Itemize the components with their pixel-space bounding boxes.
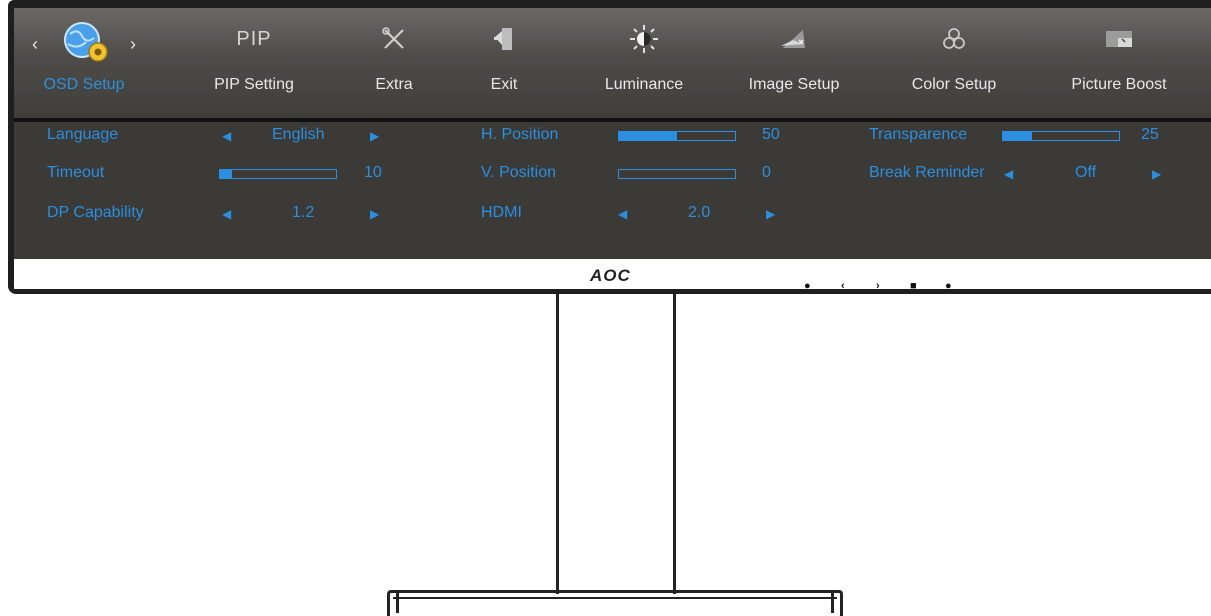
- monitor-screen: ‹ › OSD Setup PIP PIP Setting Extra Exit…: [14, 8, 1211, 259]
- v-position-slider[interactable]: [618, 169, 736, 179]
- tab-label: Image Setup: [748, 76, 840, 93]
- tab-label: Color Setup: [911, 76, 997, 93]
- transparence-slider[interactable]: [1002, 131, 1120, 141]
- aoc-logo: AOC: [590, 266, 631, 285]
- break-reminder-next-arrow[interactable]: ▶: [1152, 167, 1161, 181]
- tools-icon: [354, 22, 434, 56]
- h-position-slider[interactable]: [618, 131, 736, 141]
- tab-label: PIP Setting: [214, 76, 294, 93]
- brightness-icon: [594, 22, 694, 56]
- timeout-slider-fill: [220, 170, 232, 178]
- dp-capability-value: 1.2: [292, 204, 315, 221]
- h-position-label: H. Position: [481, 126, 559, 143]
- tab-label: Luminance: [604, 76, 684, 93]
- transparence-value: 25: [1141, 126, 1159, 143]
- transparence-label: Transparence: [869, 126, 968, 143]
- tab-extra[interactable]: Extra: [354, 8, 434, 118]
- language-value: English: [272, 126, 325, 143]
- dp-capability-next-arrow[interactable]: ▶: [370, 207, 379, 221]
- tab-label: Extra: [375, 76, 413, 93]
- tab-osd-setup[interactable]: ‹ › OSD Setup: [14, 8, 154, 118]
- tab-picture-boost[interactable]: Picture Boost: [1054, 8, 1184, 118]
- left-button[interactable]: ‹: [841, 280, 845, 292]
- timeout-label: Timeout: [47, 164, 105, 181]
- image-setup-icon: [734, 22, 854, 56]
- h-position-slider-fill: [619, 132, 677, 140]
- tab-label: OSD Setup: [43, 76, 125, 93]
- stand-base-notch: [831, 592, 834, 613]
- chevron-left-icon[interactable]: ‹: [32, 34, 38, 55]
- osd-menu-bar: ‹ › OSD Setup PIP PIP Setting Extra Exit…: [14, 8, 1211, 118]
- language-label: Language: [47, 126, 119, 143]
- stand-neck-right-edge: [673, 294, 676, 594]
- chevron-right-icon[interactable]: ›: [130, 34, 136, 55]
- tab-color-setup[interactable]: Color Setup: [894, 8, 1014, 118]
- dp-capability-label: DP Capability: [47, 204, 144, 221]
- tab-exit[interactable]: Exit: [464, 8, 544, 118]
- hdmi-next-arrow[interactable]: ▶: [766, 207, 775, 221]
- timeout-value: 10: [364, 164, 382, 181]
- stand-base-notch: [396, 592, 399, 613]
- language-next-arrow[interactable]: ▶: [370, 129, 379, 143]
- color-circles-icon: [894, 22, 1014, 56]
- h-position-value: 50: [762, 126, 780, 143]
- tab-label: Exit: [490, 76, 518, 93]
- tab-image-setup[interactable]: Image Setup: [734, 8, 854, 118]
- transparence-slider-fill: [1003, 132, 1032, 140]
- power-button[interactable]: ●: [804, 280, 811, 292]
- break-reminder-value: Off: [1075, 164, 1097, 181]
- picture-boost-icon: [1054, 22, 1184, 56]
- globe-gear-icon: [58, 20, 114, 66]
- stand-base: [387, 590, 843, 616]
- hdmi-prev-arrow[interactable]: ◀: [618, 207, 627, 221]
- break-reminder-prev-arrow[interactable]: ◀: [1004, 167, 1013, 181]
- menu-button[interactable]: ■: [910, 280, 917, 292]
- dp-capability-prev-arrow[interactable]: ◀: [222, 207, 231, 221]
- v-position-value: 0: [762, 164, 771, 181]
- exit-door-icon: [464, 22, 544, 56]
- right-button[interactable]: ›: [876, 280, 880, 292]
- stand-neck-left-edge: [556, 294, 559, 594]
- tab-label: Picture Boost: [1071, 76, 1167, 93]
- timeout-slider[interactable]: [219, 169, 337, 179]
- osd-settings-panel: Language ◀ English ▶ Timeout 10 DP Capab…: [14, 122, 1211, 259]
- break-reminder-label: Break Reminder: [869, 164, 985, 181]
- hdmi-label: HDMI: [481, 204, 522, 221]
- v-position-label: V. Position: [481, 164, 557, 181]
- language-prev-arrow[interactable]: ◀: [222, 129, 231, 143]
- tab-luminance[interactable]: Luminance: [594, 8, 694, 118]
- exit-button[interactable]: ●: [945, 280, 952, 292]
- hdmi-value: 2.0: [688, 204, 711, 221]
- tab-pip-setting[interactable]: PIP PIP Setting: [194, 8, 314, 118]
- pip-icon: PIP: [236, 27, 272, 50]
- stand-base-line: [393, 597, 837, 599]
